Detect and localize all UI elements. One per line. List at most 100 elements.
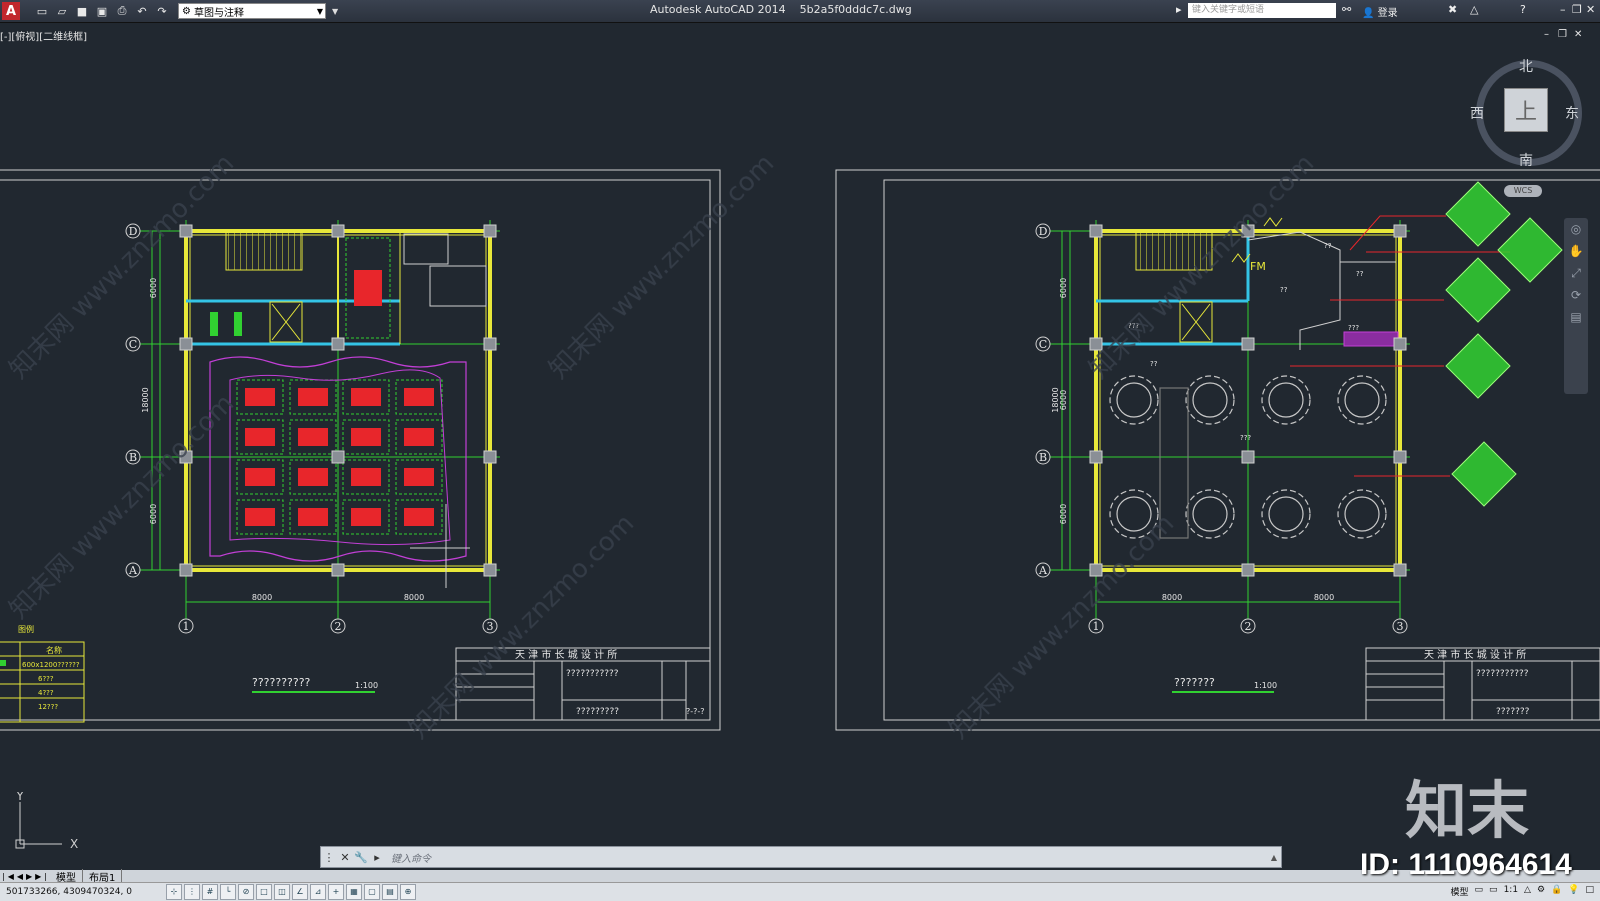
command-input[interactable]: 键入命令 (391, 850, 431, 865)
window-title: Autodesk AutoCAD 2014 5b2a5f0dddc7c.dwg (650, 3, 912, 16)
drafting-tools: ⊹ ⋮ # └ ⊘ □ ◫ ∠ ⊿ + ▦ ▢ ▤ ⊕ (166, 884, 416, 900)
watermark-logo: 知末 (1405, 774, 1530, 847)
compass-north[interactable]: 北 (1519, 56, 1533, 76)
zoom-icon[interactable]: ⤢ (1564, 262, 1588, 284)
close-command-icon[interactable]: ✕ (337, 851, 353, 864)
grip-icon[interactable]: ⋮ (321, 851, 337, 864)
exchange-icon[interactable]: ✖ (1448, 3, 1457, 16)
compass-south[interactable]: 南 (1519, 150, 1533, 170)
steering-wheel-icon[interactable]: ◎ (1564, 218, 1588, 240)
room-mark-5: ??? (1240, 434, 1251, 442)
snap-icon[interactable]: ⋮ (184, 884, 200, 900)
svg-text:知末网 www.znzmo.com: 知末网 www.znzmo.com (544, 149, 780, 385)
minimize-icon[interactable]: – (1560, 3, 1566, 16)
restore-icon[interactable]: ❐ (1572, 3, 1582, 16)
svg-text:知末网 www.znzmo.com: 知末网 www.znzmo.com (4, 149, 240, 385)
axis-label-b: B (129, 451, 137, 464)
legend-row-2: 6??? (38, 675, 54, 683)
a360-icon[interactable]: △ (1470, 3, 1478, 16)
r-dim-side-4: 6000 (1059, 504, 1068, 524)
grid-icon[interactable]: # (202, 884, 218, 900)
login-button[interactable]: 👤 登录 (1362, 4, 1398, 19)
r-axis-label-c: C (1039, 338, 1047, 351)
ortho-icon[interactable]: └ (220, 884, 236, 900)
app-title: Autodesk AutoCAD 2014 (650, 3, 786, 16)
annotation-visibility-icon[interactable]: △ (1524, 885, 1531, 898)
coordinates-readout[interactable]: 501733266, 4309470324, 0 (6, 887, 166, 897)
dyn-icon[interactable]: + (328, 884, 344, 900)
svg-text:知末网 www.znzmo.com: 知末网 www.znzmo.com (1084, 149, 1320, 385)
infer-constraints-icon[interactable]: ⊹ (166, 884, 182, 900)
polar-icon[interactable]: ⊘ (238, 884, 254, 900)
right-company-name: 天 津 市 长 城 设 计 所 (1424, 648, 1526, 661)
orbit-icon[interactable]: ⟳ (1564, 284, 1588, 306)
room-mark-4: ?? (1150, 360, 1158, 368)
login-label: 登录 (1377, 8, 1398, 19)
right-plan-scale: 1:100 (1254, 681, 1277, 690)
quick-view-drawings-icon[interactable]: ▭ (1489, 885, 1498, 898)
navigation-bar: ◎ ✋ ⤢ ⟳ ▤ (1564, 218, 1588, 394)
drawing-canvas[interactable]: D C B A 1 2 3 8000 8000 6000 18000 6000 … (0, 22, 1600, 852)
new-file-icon[interactable]: ▭ (34, 3, 50, 19)
save-as-icon[interactable]: ▣ (94, 3, 110, 19)
workspace-select[interactable]: ⚙ 草图与注释 ▼ (178, 3, 326, 19)
model-space-button[interactable]: 模型 (1451, 885, 1469, 898)
clean-screen-icon[interactable]: □ (1585, 885, 1594, 898)
wrench-icon[interactable]: 🔧 (353, 851, 369, 864)
viewcube-top-face[interactable]: 上 (1504, 88, 1548, 132)
room-mark-6: ?? (1324, 242, 1332, 250)
dim-side-2: 18000 (141, 387, 150, 412)
left-sheet-number: ?-?-? (686, 707, 705, 716)
tab-nav-arrows[interactable]: |◀◀▶▶| (2, 872, 50, 881)
ducs-icon[interactable]: ⊿ (310, 884, 326, 900)
expand-search-icon[interactable]: ▸ (1176, 3, 1182, 16)
redo-icon[interactable]: ↷ (154, 3, 170, 19)
otrack-icon[interactable]: ∠ (292, 884, 308, 900)
search-input[interactable]: 键入关键字或短语 (1188, 3, 1336, 18)
wcs-menu[interactable]: WCS (1504, 185, 1542, 197)
left-titleblock-name: ??????????? (566, 669, 619, 679)
undo-icon[interactable]: ↶ (134, 3, 150, 19)
help-icon[interactable]: ? (1520, 3, 1526, 16)
close-icon[interactable]: ✕ (1586, 3, 1595, 16)
right-titleblock-name: ??????????? (1476, 669, 1529, 679)
workspace-switch-icon[interactable]: ⚙ (1537, 885, 1545, 898)
command-line[interactable]: ⋮ ✕ 🔧 ▸ 键入命令 ▲ (320, 846, 1282, 868)
compass-west[interactable]: 西 (1470, 103, 1484, 123)
lock-icon[interactable]: 🔒 (1551, 885, 1562, 898)
right-plan-title: ??????? (1174, 676, 1215, 689)
r-dim-side-3: 6000 (1059, 390, 1068, 410)
pan-icon[interactable]: ✋ (1564, 240, 1588, 262)
quick-view-layouts-icon[interactable]: ▭ (1475, 885, 1484, 898)
left-sheet: D C B A 1 2 3 8000 8000 6000 18000 6000 … (0, 169, 721, 731)
customize-toolbar-icon[interactable]: ▼ (332, 7, 338, 16)
lineweight-icon[interactable]: ▦ (346, 884, 362, 900)
compass-east[interactable]: 东 (1565, 103, 1579, 123)
osnap-icon[interactable]: □ (256, 884, 272, 900)
annotation-scale[interactable]: 1:1 (1504, 885, 1518, 898)
autocad-logo-icon[interactable]: A (2, 2, 20, 20)
sc-icon[interactable]: ⊕ (400, 884, 416, 900)
isolate-icon[interactable]: 💡 (1568, 885, 1579, 898)
save-icon[interactable]: ■ (74, 3, 90, 19)
dim-bottom-1: 8000 (252, 593, 272, 602)
left-titleblock-sheet: ????????? (576, 707, 619, 717)
title-bar: A ▭ ▱ ■ ▣ ⎙ ↶ ↷ ⚙ 草图与注释 ▼ ▼ Autodesk Aut… (0, 0, 1600, 23)
qp-icon[interactable]: ▤ (382, 884, 398, 900)
axis-label-3: 3 (487, 620, 494, 633)
3dosnap-icon[interactable]: ◫ (274, 884, 290, 900)
binoculars-icon[interactable]: ⚯ (1342, 3, 1351, 16)
svg-text:Y: Y (15, 792, 24, 803)
axis-label-a: A (128, 564, 138, 577)
transparency-icon[interactable]: ▢ (364, 884, 380, 900)
dim-side-1: 6000 (149, 278, 158, 298)
showmotion-icon[interactable]: ▤ (1564, 306, 1588, 328)
file-name: 5b2a5f0dddc7c.dwg (799, 3, 912, 16)
open-file-icon[interactable]: ▱ (54, 3, 70, 19)
r-axis-label-a: A (1038, 564, 1048, 577)
command-prompt-icon[interactable]: ▸ (369, 851, 385, 864)
room-mark-2: ?? (1356, 270, 1364, 278)
gear-icon: ⚙ (182, 5, 191, 17)
command-history-icon[interactable]: ▲ (1271, 853, 1277, 862)
print-icon[interactable]: ⎙ (114, 3, 130, 19)
